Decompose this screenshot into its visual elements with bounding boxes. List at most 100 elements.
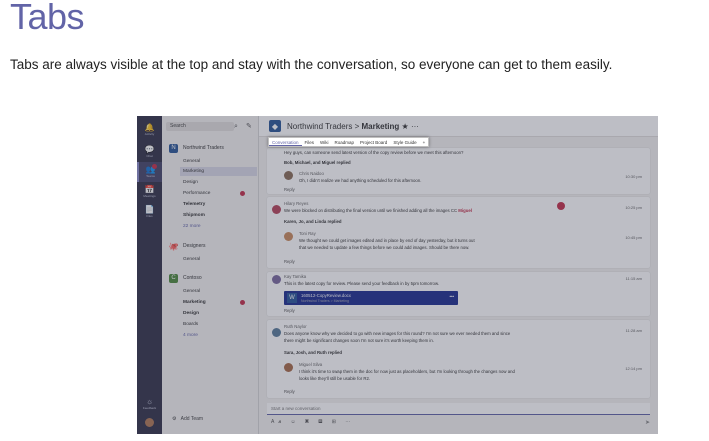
favorite-star-icon[interactable]: ★ bbox=[402, 122, 409, 131]
message-text: Hey guys, can someone send latest versio… bbox=[284, 150, 464, 155]
word-document-icon: W bbox=[287, 293, 297, 303]
reply-button[interactable]: Reply bbox=[284, 389, 295, 394]
reply-button[interactable]: Reply bbox=[284, 308, 295, 313]
rail-label: Feedback bbox=[142, 406, 157, 410]
file-icon: 📄 bbox=[144, 205, 155, 214]
channel-boards[interactable]: Boards bbox=[183, 320, 257, 329]
file-location: Northwind Traders > Marketing bbox=[301, 299, 349, 303]
header-channel: Marketing bbox=[361, 122, 400, 131]
tab-files[interactable]: Files bbox=[302, 138, 318, 146]
channel-marketing[interactable]: Marketing bbox=[180, 167, 257, 176]
reply-text: We thought we could get images edited an… bbox=[299, 238, 475, 243]
tab-conversation[interactable]: Conversation bbox=[269, 138, 302, 146]
timestamp: 10:45 pm bbox=[625, 235, 642, 240]
teams-list-pane: Search ⌕ ✎ N Northwind Traders General M… bbox=[162, 116, 259, 434]
replies-summary[interactable]: Karen, Jo, and Linda replied bbox=[284, 219, 342, 224]
channel-label: Marketing bbox=[183, 300, 206, 305]
rail-chat[interactable]: 💬 Chat bbox=[137, 142, 162, 162]
notification-badge bbox=[152, 164, 157, 169]
send-icon[interactable]: ➤ bbox=[645, 419, 650, 426]
team-name: Designers bbox=[183, 243, 206, 249]
chat-icon: 💬 bbox=[144, 145, 155, 154]
bell-icon: 🔔 bbox=[144, 123, 155, 132]
slide-title: Tabs bbox=[10, 0, 85, 37]
add-team-icon: ⚙ bbox=[172, 416, 181, 422]
channel-header: ◆ Northwind Traders > Marketing ★ ··· bbox=[259, 116, 658, 137]
team-designers[interactable]: 🐙 Designers bbox=[162, 240, 259, 252]
replies-summary[interactable]: Bob, Michael, and Miguel replied bbox=[284, 160, 351, 165]
file-name: 160512-CopyReview.docx bbox=[301, 293, 351, 298]
avatar bbox=[284, 232, 293, 241]
rail-label: Meetings bbox=[143, 194, 156, 198]
add-tab-button[interactable]: + bbox=[420, 138, 429, 146]
message-author: Ruth Naylor bbox=[284, 324, 307, 329]
user-avatar[interactable] bbox=[145, 418, 154, 427]
channel-shipmom[interactable]: Shipmom bbox=[183, 211, 257, 220]
channel-marketing[interactable]: Marketing bbox=[183, 298, 257, 307]
message-thread: Ruth Naylor Does anyone know why we deci… bbox=[267, 320, 650, 398]
channel-telemetry[interactable]: Telemetry bbox=[183, 200, 257, 209]
search-input[interactable]: Search bbox=[166, 122, 234, 131]
reply-button[interactable]: Reply bbox=[284, 187, 295, 192]
compose-toolbar[interactable]: A𝑎 ☺ ▣ ▤ ⊞ ⋯ bbox=[271, 419, 354, 425]
reply-author: Chris Naidoo bbox=[299, 171, 324, 176]
message-author: Hilary Reyes bbox=[284, 201, 309, 206]
rail-label: Files bbox=[146, 214, 153, 218]
reply-author: Miguel Silva bbox=[299, 362, 323, 367]
mention-alert-icon bbox=[557, 202, 565, 210]
feedback-icon: ☼ bbox=[145, 397, 154, 406]
reply-text: that we needed to update a few things be… bbox=[299, 245, 470, 250]
channel-general[interactable]: General bbox=[183, 157, 257, 166]
file-more-icon[interactable]: ••• bbox=[449, 294, 454, 299]
file-card[interactable]: W 160512-CopyReview.docx Northwind Trade… bbox=[284, 291, 458, 305]
team-northwind[interactable]: N Northwind Traders bbox=[162, 142, 259, 154]
reply-button[interactable]: Reply bbox=[284, 259, 295, 264]
app-rail: 🔔 Activity 💬 Chat 👥 Teams 📅 Meetings 📄 Files … bbox=[137, 116, 162, 434]
channel-more[interactable]: 4 more bbox=[183, 331, 257, 340]
more-options-icon[interactable]: ··· bbox=[411, 122, 419, 131]
channel-general[interactable]: General bbox=[183, 287, 257, 296]
compose-input[interactable]: Start a new conversation bbox=[267, 403, 650, 415]
reply-text: Oh, I didn't realize we had anything sch… bbox=[299, 178, 422, 183]
channel-design[interactable]: Design bbox=[183, 309, 257, 318]
rail-files[interactable]: 📄 Files bbox=[137, 202, 162, 222]
timestamp: 10:25 pm bbox=[625, 205, 642, 210]
rail-teams[interactable]: 👥 Teams bbox=[137, 162, 162, 182]
team-contoso[interactable]: C Contoso bbox=[162, 272, 259, 284]
message-thread: Hilary Reyes We were blocked on distribu… bbox=[267, 197, 650, 268]
alert-dot bbox=[240, 191, 245, 196]
channel-performance[interactable]: Performance bbox=[183, 189, 257, 198]
channel-more[interactable]: 22 more bbox=[183, 222, 257, 231]
add-team-button[interactable]: ⚙ Add Team bbox=[172, 416, 203, 422]
tab-style-guide[interactable]: Style Guide bbox=[390, 138, 419, 146]
rail-label: Chat bbox=[146, 154, 153, 158]
channel-design[interactable]: Design bbox=[183, 178, 257, 187]
rail-feedback[interactable]: ☼ Feedback bbox=[137, 394, 162, 414]
message-thread: Hey guys, can someone send latest versio… bbox=[267, 148, 650, 194]
avatar bbox=[284, 171, 293, 180]
tab-project-board[interactable]: Project Board bbox=[357, 138, 390, 146]
tab-wiki[interactable]: Wiki bbox=[317, 138, 332, 146]
avatar bbox=[272, 328, 281, 337]
alert-dot bbox=[240, 300, 245, 305]
channel-general[interactable]: General bbox=[183, 255, 257, 264]
search-icon[interactable]: ⌕ bbox=[234, 123, 238, 131]
message-author: Kay Tamika bbox=[284, 274, 307, 279]
header-team[interactable]: Northwind Traders bbox=[287, 122, 352, 131]
mention[interactable]: Miguel bbox=[458, 208, 472, 213]
calendar-icon: 📅 bbox=[144, 185, 155, 194]
team-name: Northwind Traders bbox=[183, 145, 224, 151]
tab-roadmap[interactable]: Roadmap bbox=[332, 138, 358, 146]
timestamp: 11:15 am bbox=[625, 276, 642, 281]
rail-meetings[interactable]: 📅 Meetings bbox=[137, 182, 162, 202]
reply-text: looks like they'll still be usable for R… bbox=[299, 376, 371, 381]
octopus-icon: 🐙 bbox=[168, 241, 179, 251]
message-text: This is the latest copy for review. Plea… bbox=[284, 281, 440, 286]
avatar bbox=[284, 363, 293, 372]
message-thread: Kay Tamika This is the latest copy for r… bbox=[267, 272, 650, 316]
rail-activity[interactable]: 🔔 Activity bbox=[137, 120, 162, 140]
replies-summary[interactable]: Sara, Josh, and Ruth replied bbox=[284, 350, 342, 355]
team-avatar: N bbox=[169, 143, 178, 153]
reply-text: I think it's time to swap them in the do… bbox=[299, 369, 515, 374]
compose-icon[interactable]: ✎ bbox=[246, 122, 252, 130]
